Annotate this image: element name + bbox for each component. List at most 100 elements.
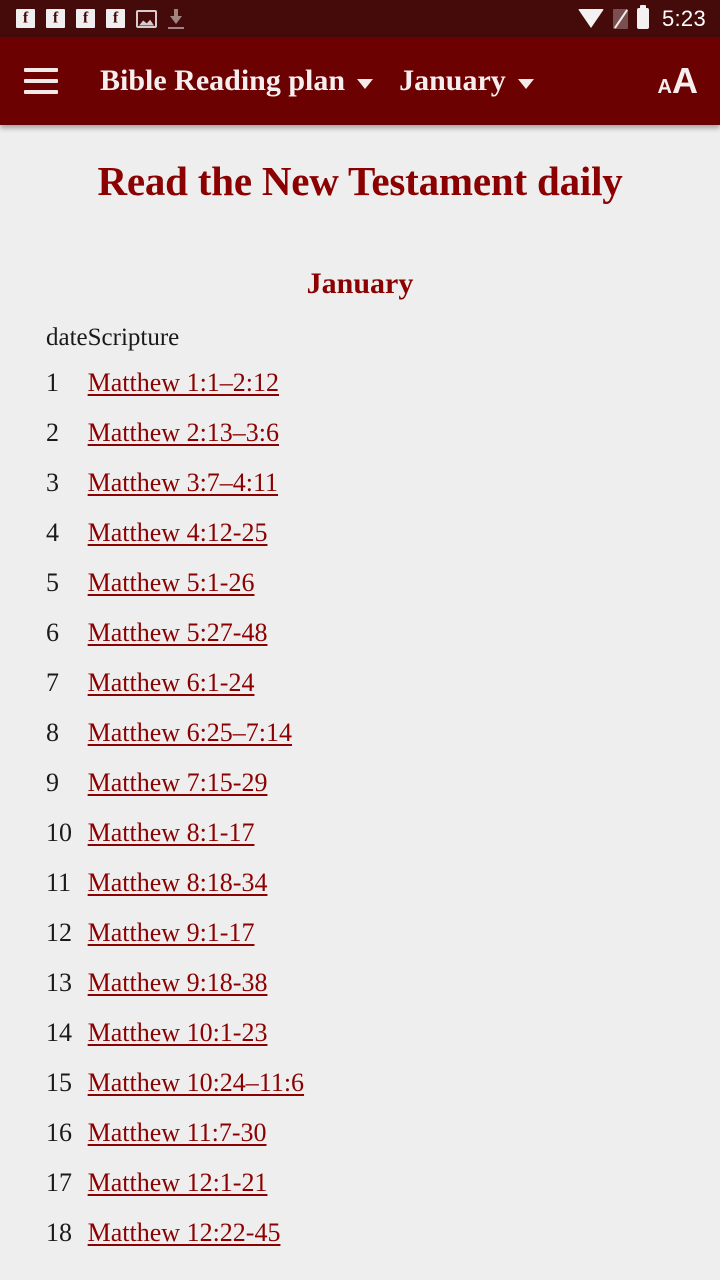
scripture-link[interactable]: Matthew 1:1–2:12 [88,368,279,397]
table-row: 15 Matthew 10:24–11:6 [0,1058,720,1108]
image-notification-icon [136,9,157,28]
reading-scripture-cell: Matthew 10:1-23 [88,1008,720,1058]
column-header-date: date [46,324,88,352]
hamburger-menu-icon[interactable] [24,68,58,94]
scripture-link[interactable]: Matthew 8:1-17 [88,818,255,847]
reading-date-cell: 6 [46,618,59,648]
scripture-link[interactable]: Matthew 12:1-21 [88,1168,268,1197]
app-title-label: Bible Reading plan [100,64,346,97]
facebook-notification-icon [76,9,95,28]
wifi-icon [577,9,604,28]
scripture-link[interactable]: Matthew 6:25–7:14 [88,718,292,747]
reading-date-cell: 15 [46,1068,72,1098]
scripture-link[interactable]: Matthew 2:13–3:6 [88,418,279,447]
scripture-link[interactable]: Matthew 12:22-45 [88,1218,281,1247]
reading-date-cell: 17 [46,1168,72,1198]
reading-scripture-cell: Matthew 4:12-25 [88,508,720,558]
reading-scripture-cell: Matthew 6:1-24 [88,658,720,708]
table-header-row: date Scripture [0,318,720,358]
status-bar-system-icons: 5:23 [577,5,706,32]
table-row: 1 Matthew 1:1–2:12 [0,358,720,408]
reading-scripture-cell: Matthew 3:7–4:11 [88,458,720,508]
reading-scripture-cell: Matthew 6:25–7:14 [88,708,720,758]
status-bar-notifications [16,8,184,29]
reading-scripture-cell: Matthew 7:15-29 [88,758,720,808]
scripture-link[interactable]: Matthew 10:1-23 [88,1018,268,1047]
table-row: 7 Matthew 6:1-24 [0,658,720,708]
status-bar: 5:23 [0,0,720,37]
reading-scripture-cell: Matthew 1:1–2:12 [88,358,720,408]
reading-scripture-cell: Matthew 5:27-48 [88,608,720,658]
scripture-link[interactable]: Matthew 9:18-38 [88,968,268,997]
reading-date-cell: 7 [46,668,59,698]
reading-date-cell: 5 [46,568,59,598]
scripture-link[interactable]: Matthew 5:1-26 [88,568,255,597]
battery-icon [636,5,649,29]
facebook-notification-icon [16,9,35,28]
reading-date-cell: 14 [46,1018,72,1048]
status-bar-clock: 5:23 [661,5,706,31]
text-size-large-a: A [672,60,698,101]
reading-date-cell: 16 [46,1118,72,1148]
reading-scripture-cell: Matthew 11:7-30 [88,1108,720,1158]
chevron-down-icon [357,78,374,89]
scripture-link[interactable]: Matthew 3:7–4:11 [88,468,278,497]
table-row: 2 Matthew 2:13–3:6 [0,408,720,458]
month-selector-dropdown[interactable]: January [399,66,534,96]
app-toolbar: Bible Reading plan January A A [0,37,720,125]
reading-scripture-cell: Matthew 12:1-21 [88,1158,720,1208]
table-row: 3 Matthew 3:7–4:11 [0,458,720,508]
scripture-link[interactable]: Matthew 7:15-29 [88,768,268,797]
table-row: 9 Matthew 7:15-29 [0,758,720,808]
app-title-dropdown[interactable]: Bible Reading plan [100,64,374,97]
table-row: 6 Matthew 5:27-48 [0,608,720,658]
reading-scripture-cell: Matthew 8:1-17 [88,808,720,858]
reading-scripture-cell: Matthew 2:13–3:6 [88,408,720,458]
table-row: 17 Matthew 12:1-21 [0,1158,720,1208]
month-heading: January [306,267,414,301]
reading-date-cell: 12 [46,918,72,948]
reading-plan-content: Read the New Testament daily January dat… [0,125,720,1280]
facebook-notification-icon [106,9,125,28]
table-row: 18 Matthew 12:22-45 [0,1208,720,1258]
reading-scripture-cell: Matthew 12:22-45 [88,1208,720,1258]
table-row: 14 Matthew 10:1-23 [0,1008,720,1058]
reading-date-cell: 10 [46,818,72,848]
reading-scripture-cell: Matthew 5:1-26 [88,558,720,608]
text-size-button[interactable]: A A [658,63,698,99]
facebook-notification-icon [46,9,65,28]
table-row: 4 Matthew 4:12-25 [0,508,720,558]
page-title: Read the New Testament daily [97,158,623,204]
reading-date-cell: 18 [46,1218,72,1248]
table-row: 5 Matthew 5:1-26 [0,558,720,608]
table-row: 10 Matthew 8:1-17 [0,808,720,858]
text-size-small-a: A [657,76,672,98]
month-selector-label: January [399,64,506,97]
table-row: 11 Matthew 8:18-34 [0,858,720,908]
reading-date-cell: 13 [46,968,72,998]
reading-scripture-cell: Matthew 8:18-34 [88,858,720,908]
reading-scripture-cell: Matthew 10:24–11:6 [88,1058,720,1108]
table-row: 16 Matthew 11:7-30 [0,1108,720,1158]
scripture-link[interactable]: Matthew 4:12-25 [88,518,268,547]
no-sim-icon [612,8,628,29]
reading-scripture-cell: Matthew 9:18-38 [88,958,720,1008]
table-row: 13 Matthew 9:18-38 [0,958,720,1008]
reading-scripture-cell: Matthew 9:1-17 [88,908,720,958]
scripture-link[interactable]: Matthew 5:27-48 [88,618,268,647]
chevron-down-icon [517,78,534,89]
scripture-link[interactable]: Matthew 11:7-30 [88,1118,267,1147]
scripture-link[interactable]: Matthew 10:24–11:6 [88,1068,304,1097]
table-row: 12 Matthew 9:1-17 [0,908,720,958]
scripture-link[interactable]: Matthew 9:1-17 [88,918,255,947]
reading-date-cell: 11 [46,868,72,898]
scripture-link[interactable]: Matthew 8:18-34 [88,868,268,897]
scripture-link[interactable]: Matthew 6:1-24 [88,668,255,697]
reading-date-cell: 8 [46,718,59,748]
reading-date-cell: 9 [46,768,59,798]
reading-date-cell: 3 [46,468,59,498]
download-notification-icon [168,8,184,29]
table-body: 1 Matthew 1:1–2:12 2 Matthew 2:13–3:6 3 Matth… [0,358,720,1258]
reading-date-cell: 2 [46,418,59,448]
reading-plan-table: date Scripture 1 Matthew 1:1–2:12 2 Matthew… [0,318,720,1258]
